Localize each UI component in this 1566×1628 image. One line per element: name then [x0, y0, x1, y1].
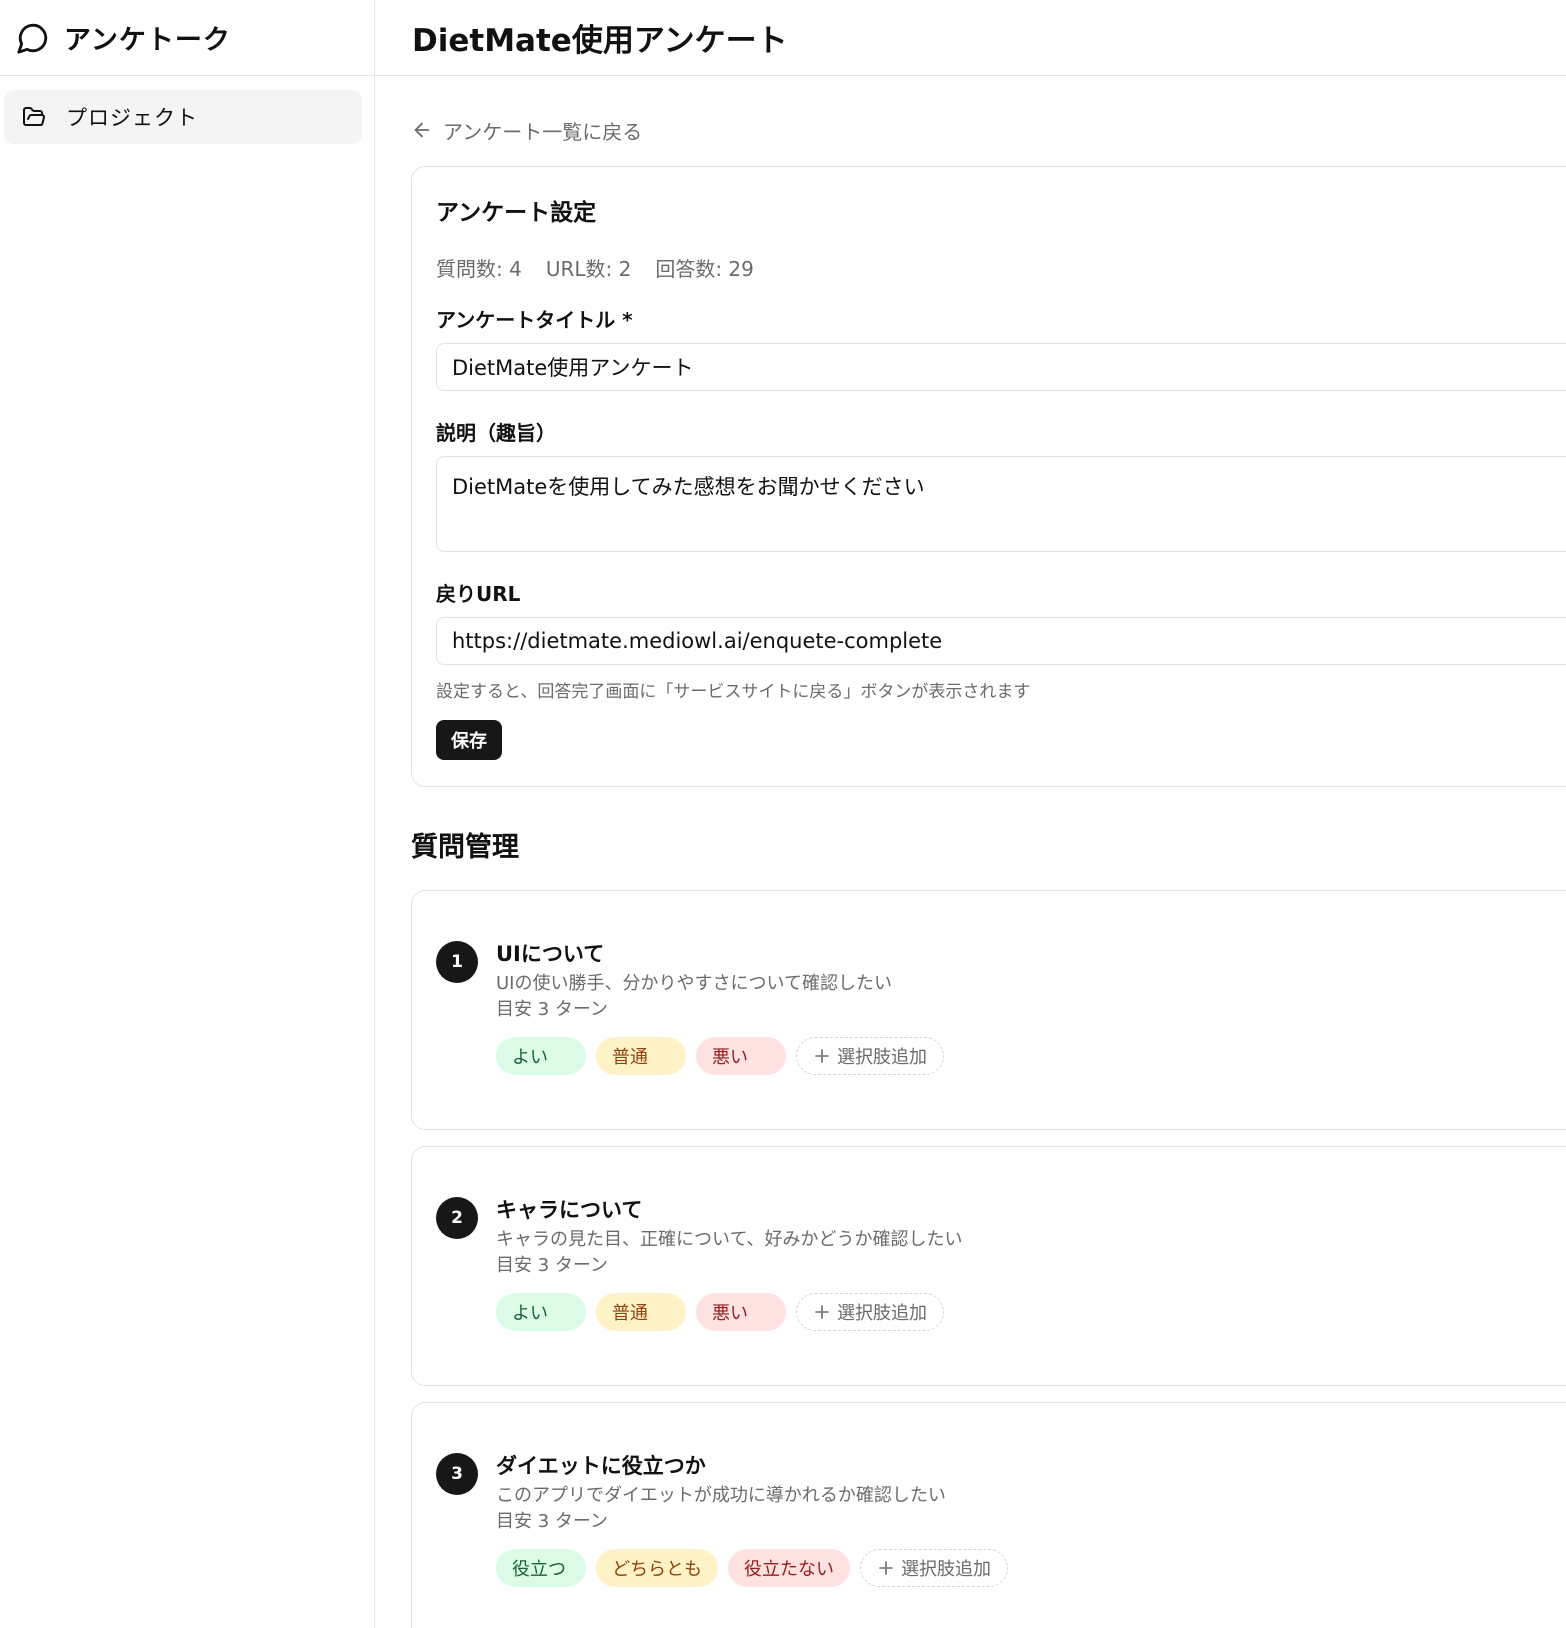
chat-bubble-icon — [16, 21, 50, 55]
question-title: UIについて — [496, 942, 605, 966]
question-list: 1 UIについて UIの使い勝手、分かりやすさについて確認したい 目安 3 ター… — [411, 890, 1566, 1628]
sidebar-item-projects[interactable]: プロジェクト — [4, 90, 362, 144]
question-number-badge: 2 — [436, 1197, 478, 1239]
plus-icon — [815, 1049, 829, 1063]
arrow-left-icon — [411, 119, 433, 141]
question-body: ダイエットに役立つか このアプリでダイエットが成功に導かれるか確認したい 目安 … — [496, 1451, 1008, 1628]
question-description: このアプリでダイエットが成功に導かれるか確認したい — [496, 1485, 946, 1506]
sidebar-nav: プロジェクト — [0, 76, 374, 144]
question-description: キャラの見た目、正確について、好みかどうか確認したい — [496, 1229, 963, 1250]
back-to-list-link[interactable]: アンケート一覧に戻る — [411, 114, 1566, 146]
return-url-hint: 設定すると、回答完了画面に「サービスサイトに戻る」ボタンが表示されます — [436, 682, 1031, 702]
return-url-input[interactable]: https://dietmate.mediowl.ai/enquete-comp… — [436, 617, 1566, 665]
settings-card: アンケート設定 質問数: 4 URL数: 2 回答数: 29 アンケートタイトル… — [411, 166, 1566, 787]
option-chip-neutral[interactable]: 普通 — [596, 1037, 686, 1075]
app-root: アンケトーク プロジェクト DietMate使用アンケート アンケート一覧に戻る… — [0, 0, 1566, 1628]
page-title: DietMate使用アンケート — [412, 23, 788, 59]
topbar: DietMate使用アンケート — [375, 0, 1566, 76]
title-input[interactable]: DietMate使用アンケート — [436, 343, 1566, 391]
sidebar-item-label: プロジェクト — [66, 106, 198, 130]
folder-icon — [22, 105, 46, 129]
add-option-label: 選択肢追加 — [837, 1303, 927, 1324]
option-chip-neutral[interactable]: 普通 — [596, 1293, 686, 1331]
option-chips: 役立つ どちらとも 役立たない 選択肢追加 — [496, 1549, 1008, 1587]
question-card-2[interactable]: 2 キャラについて キャラの見た目、正確について、好みかどうか確認したい 目安 … — [411, 1146, 1566, 1386]
question-number-badge: 1 — [436, 941, 478, 983]
question-card-3[interactable]: 3 ダイエットに役立つか このアプリでダイエットが成功に導かれるか確認したい 目… — [411, 1402, 1566, 1628]
sidebar: アンケトーク プロジェクト — [0, 0, 375, 1628]
question-title: ダイエットに役立つか — [496, 1454, 706, 1478]
brand[interactable]: アンケトーク — [0, 0, 374, 76]
question-title: キャラについて — [496, 1198, 643, 1222]
save-button[interactable]: 保存 — [436, 720, 502, 760]
return-url-label: 戻りURL — [436, 582, 521, 606]
option-chip-bad[interactable]: 役立たない — [728, 1549, 850, 1587]
question-description: UIの使い勝手、分かりやすさについて確認したい — [496, 973, 892, 994]
question-turns: 目安 3 ターン — [496, 1511, 608, 1532]
question-card-1[interactable]: 1 UIについて UIの使い勝手、分かりやすさについて確認したい 目安 3 ター… — [411, 890, 1566, 1130]
back-link-label: アンケート一覧に戻る — [443, 119, 643, 144]
option-chip-good[interactable]: よい — [496, 1037, 586, 1075]
question-turns: 目安 3 ターン — [496, 999, 608, 1020]
plus-icon — [879, 1561, 893, 1575]
question-count: 質問数: 4 — [436, 257, 522, 281]
option-chips: よい 普通 悪い 選択肢追加 — [496, 1037, 944, 1075]
survey-stats: 質問数: 4 URL数: 2 回答数: 29 — [436, 253, 1566, 282]
brand-title: アンケトーク — [64, 25, 231, 56]
plus-icon — [815, 1305, 829, 1319]
add-option-button[interactable]: 選択肢追加 — [860, 1549, 1008, 1587]
question-turns: 目安 3 ターン — [496, 1255, 608, 1276]
description-field-label: 説明（趣旨） — [436, 421, 556, 445]
questions-section-title: 質問管理 — [411, 832, 519, 863]
url-count: URL数: 2 — [545, 257, 632, 281]
question-number-badge: 3 — [436, 1453, 478, 1495]
add-option-label: 選択肢追加 — [901, 1559, 991, 1580]
option-chip-bad[interactable]: 悪い — [696, 1293, 786, 1331]
description-textarea[interactable]: DietMateを使用してみた感想をお聞かせください — [436, 456, 1566, 552]
settings-title: アンケート設定 — [436, 200, 597, 226]
title-field-label: アンケートタイトル * — [436, 308, 633, 332]
main-area: DietMate使用アンケート アンケート一覧に戻る アンケート設定 質問数: … — [375, 0, 1566, 1628]
question-body: キャラについて キャラの見た目、正確について、好みかどうか確認したい 目安 3 … — [496, 1195, 963, 1385]
content: アンケート一覧に戻る アンケート設定 質問数: 4 URL数: 2 回答数: 2… — [375, 76, 1566, 1628]
add-option-button[interactable]: 選択肢追加 — [796, 1293, 944, 1331]
option-chip-good[interactable]: よい — [496, 1293, 586, 1331]
option-chip-good[interactable]: 役立つ — [496, 1549, 586, 1587]
option-chips: よい 普通 悪い 選択肢追加 — [496, 1293, 963, 1331]
add-option-label: 選択肢追加 — [837, 1047, 927, 1068]
add-option-button[interactable]: 選択肢追加 — [796, 1037, 944, 1075]
option-chip-neutral[interactable]: どちらとも — [596, 1549, 718, 1587]
answer-count: 回答数: 29 — [655, 257, 754, 281]
question-body: UIについて UIの使い勝手、分かりやすさについて確認したい 目安 3 ターン … — [496, 939, 944, 1129]
option-chip-bad[interactable]: 悪い — [696, 1037, 786, 1075]
